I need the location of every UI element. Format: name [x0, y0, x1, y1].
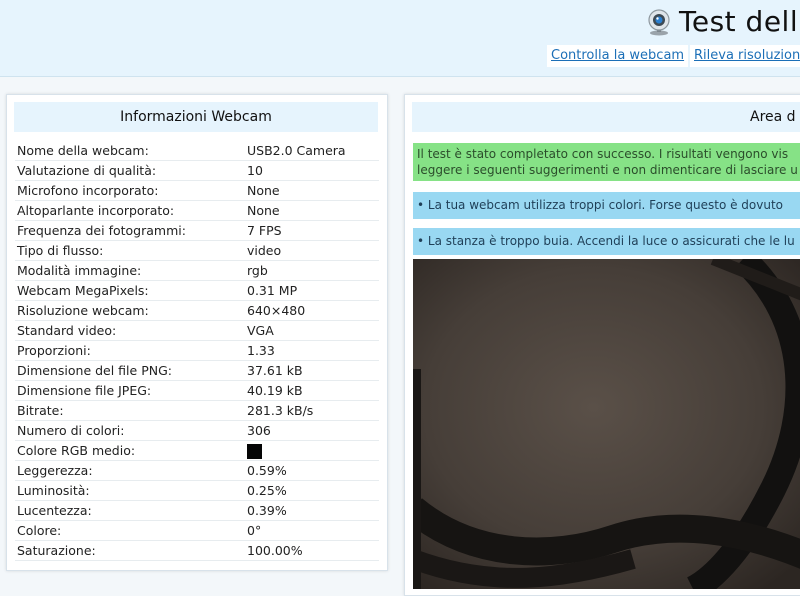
info-label: Leggerezza:: [15, 460, 245, 481]
info-value: 40.19 kB: [245, 380, 379, 401]
info-value: 0°: [245, 520, 379, 541]
info-value: 10: [245, 160, 379, 181]
info-value: 0.59%: [245, 460, 379, 481]
info-label: Proporzioni:: [15, 340, 245, 361]
info-row: Microfono incorporato: None: [15, 180, 379, 201]
info-row: Frequenza dei fotogrammi: 7 FPS: [15, 220, 379, 241]
check-webcam-link[interactable]: Controlla la webcam: [547, 45, 689, 67]
webcam-video-feed[interactable]: [413, 259, 800, 589]
info-value: 1.33: [245, 340, 379, 361]
info-value: 640×480: [245, 300, 379, 321]
info-label: Altoparlante incorporato:: [15, 200, 245, 221]
info-row: Nome della webcam: USB2.0 Camera: [15, 141, 379, 161]
success-message-line: leggere i seguenti suggerimenti e non di…: [417, 163, 798, 177]
info-row: Leggerezza: 0.59%: [15, 460, 379, 481]
header: Test dell Controlla la webcam Rileva ris…: [0, 0, 800, 77]
info-label: Frequenza dei fotogrammi:: [15, 220, 245, 241]
info-label: Dimensione file JPEG:: [15, 380, 245, 401]
average-color-swatch: [247, 443, 262, 459]
info-value: 281.3 kB/s: [245, 400, 379, 421]
info-label: Tipo di flusso:: [15, 240, 245, 261]
info-label: Luminosità:: [15, 480, 245, 501]
info-value: None: [245, 180, 379, 201]
info-value: 37.61 kB: [245, 360, 379, 381]
info-row: Altoparlante incorporato: None: [15, 200, 379, 221]
info-label: Nome della webcam:: [15, 141, 245, 161]
info-row: Bitrate: 281.3 kB/s: [15, 400, 379, 421]
info-label: Colore RGB medio:: [15, 440, 245, 461]
info-row: Proporzioni: 1.33: [15, 340, 379, 361]
info-value: 7 FPS: [245, 220, 379, 241]
info-value: 0.25%: [245, 480, 379, 501]
tip-colors-message: • La tua webcam utilizza troppi colori. …: [413, 192, 800, 219]
info-label: Colore:: [15, 520, 245, 541]
webcam-frame-image: [413, 259, 800, 589]
info-row: Modalità immagine: rgb: [15, 260, 379, 281]
page-title: Test dell: [645, 5, 798, 38]
info-row: Colore: 0°: [15, 520, 379, 541]
info-label: Saturazione:: [15, 540, 245, 561]
info-label: Valutazione di qualità:: [15, 160, 245, 181]
info-label: Standard video:: [15, 320, 245, 341]
info-value: 0.39%: [245, 500, 379, 521]
info-label: Numero di colori:: [15, 420, 245, 441]
info-row: Dimensione file JPEG: 40.19 kB: [15, 380, 379, 401]
info-value: VGA: [245, 320, 379, 341]
detect-resolution-link[interactable]: Rileva risoluzione: [690, 45, 800, 67]
info-row: Luminosità: 0.25%: [15, 480, 379, 501]
info-label: Bitrate:: [15, 400, 245, 421]
info-label: Dimensione del file PNG:: [15, 360, 245, 381]
info-row: Tipo di flusso: video: [15, 240, 379, 261]
info-value: 0.31 MP: [245, 280, 379, 301]
info-row: Standard video: VGA: [15, 320, 379, 341]
webcam-info-panel: Informazioni Webcam Nome della webcam: US…: [6, 94, 388, 571]
webcam-icon: [648, 8, 670, 35]
info-row: Colore RGB medio:: [15, 440, 379, 461]
info-label: Webcam MegaPixels:: [15, 280, 245, 301]
info-value: 306: [245, 420, 379, 441]
info-value: [245, 440, 379, 461]
info-row: Risoluzione webcam: 640×480: [15, 300, 379, 321]
info-value: USB2.0 Camera: [245, 141, 379, 161]
success-message-line: Il test è stato completato con successo.…: [417, 147, 789, 161]
info-label: Risoluzione webcam:: [15, 300, 245, 321]
webcam-info-title: Informazioni Webcam: [14, 102, 378, 132]
info-value: rgb: [245, 260, 379, 281]
test-area-panel: Area d Il test è stato completato con su…: [404, 94, 800, 596]
page-title-text: Test dell: [679, 5, 799, 38]
info-label: Lucentezza:: [15, 500, 245, 521]
info-row: Saturazione: 100.00%: [15, 540, 379, 561]
info-label: Modalità immagine:: [15, 260, 245, 281]
info-value: video: [245, 240, 379, 261]
info-label: Microfono incorporato:: [15, 180, 245, 201]
success-message: Il test è stato completato con successo.…: [413, 143, 800, 181]
info-value: 100.00%: [245, 540, 379, 561]
info-row: Valutazione di qualità: 10: [15, 160, 379, 181]
info-value: None: [245, 200, 379, 221]
tip-lighting-message: • La stanza è troppo buia. Accendi la lu…: [413, 228, 800, 255]
test-area-title: Area d: [412, 102, 800, 132]
info-row: Lucentezza: 0.39%: [15, 500, 379, 521]
info-row: Numero di colori: 306: [15, 420, 379, 441]
webcam-info-table: Nome della webcam: USB2.0 Camera Valutazio…: [15, 141, 379, 561]
info-row: Webcam MegaPixels: 0.31 MP: [15, 280, 379, 301]
info-row: Dimensione del file PNG: 37.61 kB: [15, 360, 379, 381]
test-area-title-text: Area d: [750, 109, 796, 125]
